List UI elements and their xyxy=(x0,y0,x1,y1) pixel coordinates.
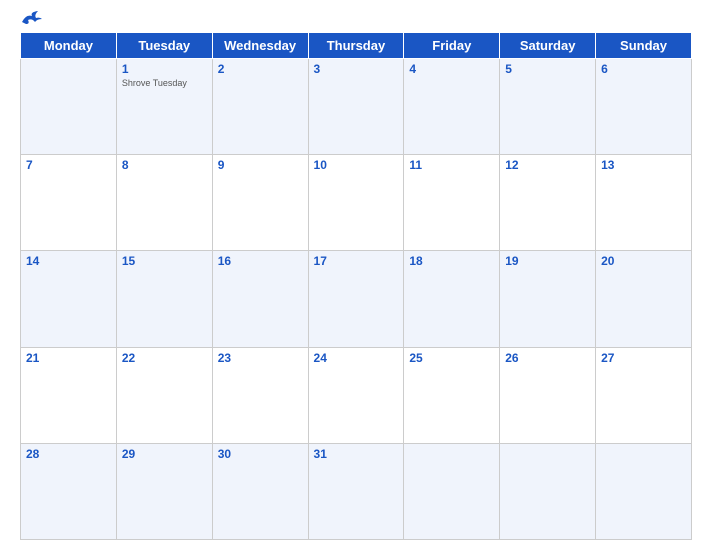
calendar-cell: 17 xyxy=(308,251,404,347)
logo-bird-icon xyxy=(20,10,42,26)
calendar-cell: 16 xyxy=(212,251,308,347)
day-number: 16 xyxy=(218,254,303,268)
calendar-cell: 13 xyxy=(596,155,692,251)
day-header-monday: Monday xyxy=(21,33,117,59)
calendar-cell xyxy=(596,443,692,539)
day-number: 30 xyxy=(218,447,303,461)
day-number: 17 xyxy=(314,254,399,268)
calendar-cell: 28 xyxy=(21,443,117,539)
calendar-cell: 24 xyxy=(308,347,404,443)
calendar-cell: 15 xyxy=(116,251,212,347)
calendar-header-row: MondayTuesdayWednesdayThursdayFridaySatu… xyxy=(21,33,692,59)
calendar-cell: 14 xyxy=(21,251,117,347)
calendar-cell: 3 xyxy=(308,59,404,155)
day-number: 5 xyxy=(505,62,590,76)
calendar-cell: 12 xyxy=(500,155,596,251)
day-number: 29 xyxy=(122,447,207,461)
calendar-week-row: 28 29 30 31 xyxy=(21,443,692,539)
calendar-week-row: 1 Shrove Tuesday 23456 xyxy=(21,59,692,155)
logo xyxy=(20,10,46,26)
day-number: 9 xyxy=(218,158,303,172)
day-number: 18 xyxy=(409,254,494,268)
day-number: 23 xyxy=(218,351,303,365)
day-number: 25 xyxy=(409,351,494,365)
day-number: 24 xyxy=(314,351,399,365)
day-number: 13 xyxy=(601,158,686,172)
day-header-thursday: Thursday xyxy=(308,33,404,59)
calendar-cell: 2 xyxy=(212,59,308,155)
calendar-cell: 22 xyxy=(116,347,212,443)
calendar-cell: 27 xyxy=(596,347,692,443)
calendar-week-row: 14 15 16 17 18 19 20 xyxy=(21,251,692,347)
day-number: 14 xyxy=(26,254,111,268)
calendar-cell: 4 xyxy=(404,59,500,155)
calendar-cell: 11 xyxy=(404,155,500,251)
calendar-cell: 9 xyxy=(212,155,308,251)
calendar-cell: 18 xyxy=(404,251,500,347)
calendar-cell: 10 xyxy=(308,155,404,251)
calendar-cell: 8 xyxy=(116,155,212,251)
day-number: 10 xyxy=(314,158,399,172)
calendar-cell: 26 xyxy=(500,347,596,443)
calendar-cell: 6 xyxy=(596,59,692,155)
day-number: 21 xyxy=(26,351,111,365)
calendar-cell: 5 xyxy=(500,59,596,155)
day-number: 2 xyxy=(218,62,303,76)
calendar-week-row: 789 10 11 12 13 xyxy=(21,155,692,251)
calendar-cell: 21 xyxy=(21,347,117,443)
day-number: 26 xyxy=(505,351,590,365)
day-number: 8 xyxy=(122,158,207,172)
day-header-sunday: Sunday xyxy=(596,33,692,59)
calendar-cell: 20 xyxy=(596,251,692,347)
day-number: 6 xyxy=(601,62,686,76)
holiday-label: Shrove Tuesday xyxy=(122,78,207,88)
calendar-cell: 31 xyxy=(308,443,404,539)
day-number: 7 xyxy=(26,158,111,172)
day-header-wednesday: Wednesday xyxy=(212,33,308,59)
calendar-week-row: 21 22 23 24 25 26 27 xyxy=(21,347,692,443)
calendar-cell xyxy=(21,59,117,155)
calendar-cell: 19 xyxy=(500,251,596,347)
calendar-cell xyxy=(404,443,500,539)
day-number: 28 xyxy=(26,447,111,461)
calendar-cell: 1 Shrove Tuesday xyxy=(116,59,212,155)
calendar-cell: 25 xyxy=(404,347,500,443)
calendar-cell: 23 xyxy=(212,347,308,443)
day-header-saturday: Saturday xyxy=(500,33,596,59)
day-number: 20 xyxy=(601,254,686,268)
calendar-cell: 29 xyxy=(116,443,212,539)
day-number: 12 xyxy=(505,158,590,172)
day-number: 19 xyxy=(505,254,590,268)
day-number: 3 xyxy=(314,62,399,76)
calendar-table: MondayTuesdayWednesdayThursdayFridaySatu… xyxy=(20,32,692,540)
calendar-cell xyxy=(500,443,596,539)
day-number: 27 xyxy=(601,351,686,365)
calendar-cell: 7 xyxy=(21,155,117,251)
day-number: 22 xyxy=(122,351,207,365)
day-header-tuesday: Tuesday xyxy=(116,33,212,59)
day-number: 31 xyxy=(314,447,399,461)
day-number: 11 xyxy=(409,158,494,172)
day-number: 4 xyxy=(409,62,494,76)
calendar-cell: 30 xyxy=(212,443,308,539)
day-header-friday: Friday xyxy=(404,33,500,59)
day-number: 1 xyxy=(122,62,207,76)
day-number: 15 xyxy=(122,254,207,268)
page-header xyxy=(20,10,692,26)
